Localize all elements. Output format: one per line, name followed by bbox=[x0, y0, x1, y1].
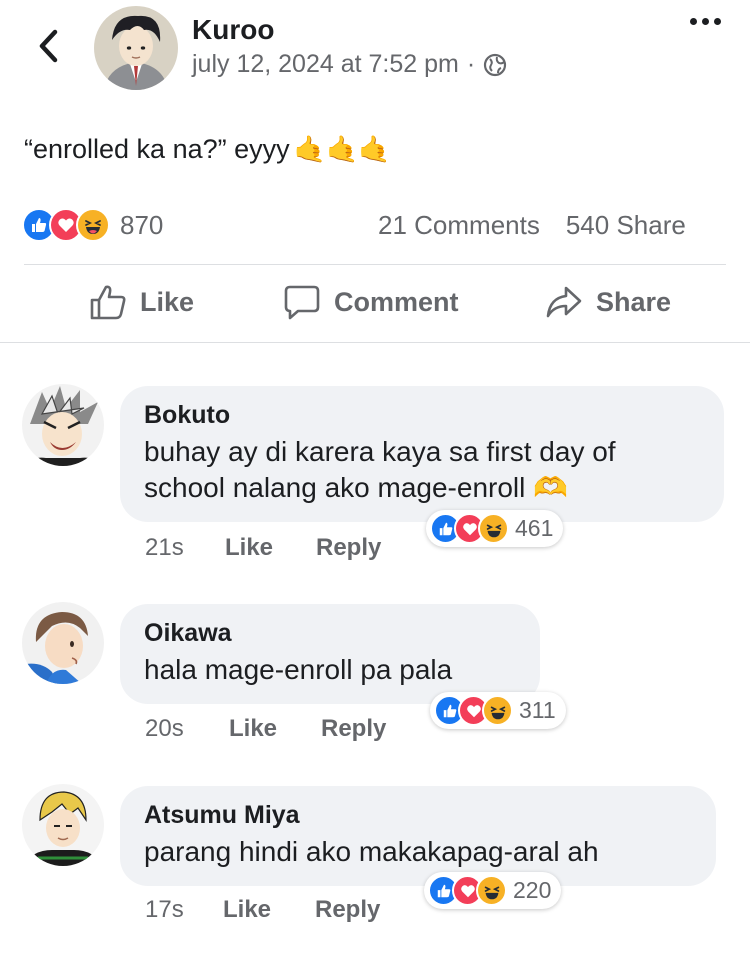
more-options-button[interactable] bbox=[690, 18, 721, 25]
comment-footer: 17s Like Reply bbox=[145, 896, 380, 924]
thumbs-up-icon bbox=[90, 285, 126, 320]
comment-time: 20s bbox=[145, 715, 184, 742]
reaction-count: 870 bbox=[120, 209, 164, 240]
share-button[interactable]: Share bbox=[544, 282, 671, 322]
comment-text: buhay ay di karera kaya sa first day of … bbox=[144, 436, 616, 503]
post-text-emoji: 🤙🤙🤙 bbox=[293, 134, 391, 164]
comment-like-button[interactable]: Like bbox=[225, 534, 316, 562]
comment-like-button[interactable]: Like bbox=[223, 896, 315, 924]
comment-like-button[interactable]: Like bbox=[229, 715, 321, 743]
speech-bubble-icon bbox=[284, 285, 320, 320]
globe-icon bbox=[484, 53, 507, 76]
commenter-name[interactable]: Bokuto bbox=[144, 400, 700, 430]
meta-separator: · bbox=[466, 50, 476, 78]
comment-text: hala mage-enroll pa pala bbox=[144, 654, 453, 685]
comment-reaction-count: 220 bbox=[513, 877, 552, 903]
comments-count[interactable]: 21 Comments bbox=[378, 210, 540, 241]
post-text-body: “enrolled ka na?” eyyy bbox=[24, 134, 290, 164]
share-label: Share bbox=[596, 286, 672, 317]
haha-reaction-icon bbox=[478, 513, 509, 544]
comment-button[interactable]: Comment bbox=[282, 282, 459, 322]
comment-time: 17s bbox=[145, 896, 184, 923]
author-avatar[interactable] bbox=[94, 6, 178, 90]
like-button[interactable]: Like bbox=[88, 282, 194, 322]
commenter-avatar[interactable] bbox=[22, 784, 104, 866]
haha-reaction-icon bbox=[482, 695, 513, 726]
comment-reactions[interactable]: 311 bbox=[430, 692, 566, 729]
divider bbox=[0, 342, 750, 343]
commenter-avatar[interactable] bbox=[22, 384, 104, 466]
back-button[interactable] bbox=[30, 28, 66, 64]
haha-reaction-icon bbox=[76, 208, 110, 242]
comment-reaction-count: 311 bbox=[519, 697, 556, 723]
divider bbox=[24, 264, 726, 265]
comment-bubble[interactable]: Bokuto buhay ay di karera kaya sa first … bbox=[120, 386, 724, 522]
comment-reply-button[interactable]: Reply bbox=[321, 715, 386, 743]
commenter-name[interactable]: Oikawa bbox=[144, 618, 516, 648]
chevron-left-icon bbox=[39, 29, 58, 63]
dot-icon bbox=[702, 18, 709, 25]
comment-reply-button[interactable]: Reply bbox=[315, 896, 380, 924]
shares-count[interactable]: 540 Share bbox=[566, 210, 686, 241]
comment-time: 21s bbox=[145, 534, 184, 561]
comment-bubble[interactable]: Atsumu Miya parang hindi ako makakapag-a… bbox=[120, 786, 716, 886]
commenter-avatar[interactable] bbox=[22, 602, 104, 684]
comment-label: Comment bbox=[334, 286, 459, 317]
share-arrow-icon bbox=[546, 286, 582, 318]
dot-icon bbox=[714, 18, 721, 25]
comment-reaction-count: 461 bbox=[515, 515, 554, 541]
comment-bubble[interactable]: Oikawa hala mage-enroll pa pala bbox=[120, 604, 540, 704]
dot-icon bbox=[690, 18, 697, 25]
like-label: Like bbox=[140, 286, 195, 317]
comment-footer: 21s Like Reply bbox=[145, 534, 381, 562]
author-name[interactable]: Kuroo bbox=[192, 14, 274, 46]
commenter-name[interactable]: Atsumu Miya bbox=[144, 800, 692, 830]
comment-reply-button[interactable]: Reply bbox=[316, 534, 381, 562]
comment-footer: 20s Like Reply bbox=[145, 715, 386, 743]
comment-text: parang hindi ako makakapag-aral ah bbox=[144, 836, 599, 867]
post-text: “enrolled ka na?” eyyy 🤙🤙🤙 bbox=[24, 134, 391, 165]
reaction-summary[interactable]: 870 bbox=[22, 208, 163, 242]
comment-reactions[interactable]: 220 bbox=[424, 872, 562, 909]
post-meta: july 12, 2024 at 7:52 pm · bbox=[192, 50, 507, 79]
post-timestamp[interactable]: july 12, 2024 at 7:52 pm bbox=[192, 50, 459, 79]
haha-reaction-icon bbox=[476, 875, 507, 906]
engagement-counts: 21 Comments 540 Share bbox=[378, 210, 686, 241]
comment-reactions[interactable]: 461 bbox=[426, 510, 564, 547]
